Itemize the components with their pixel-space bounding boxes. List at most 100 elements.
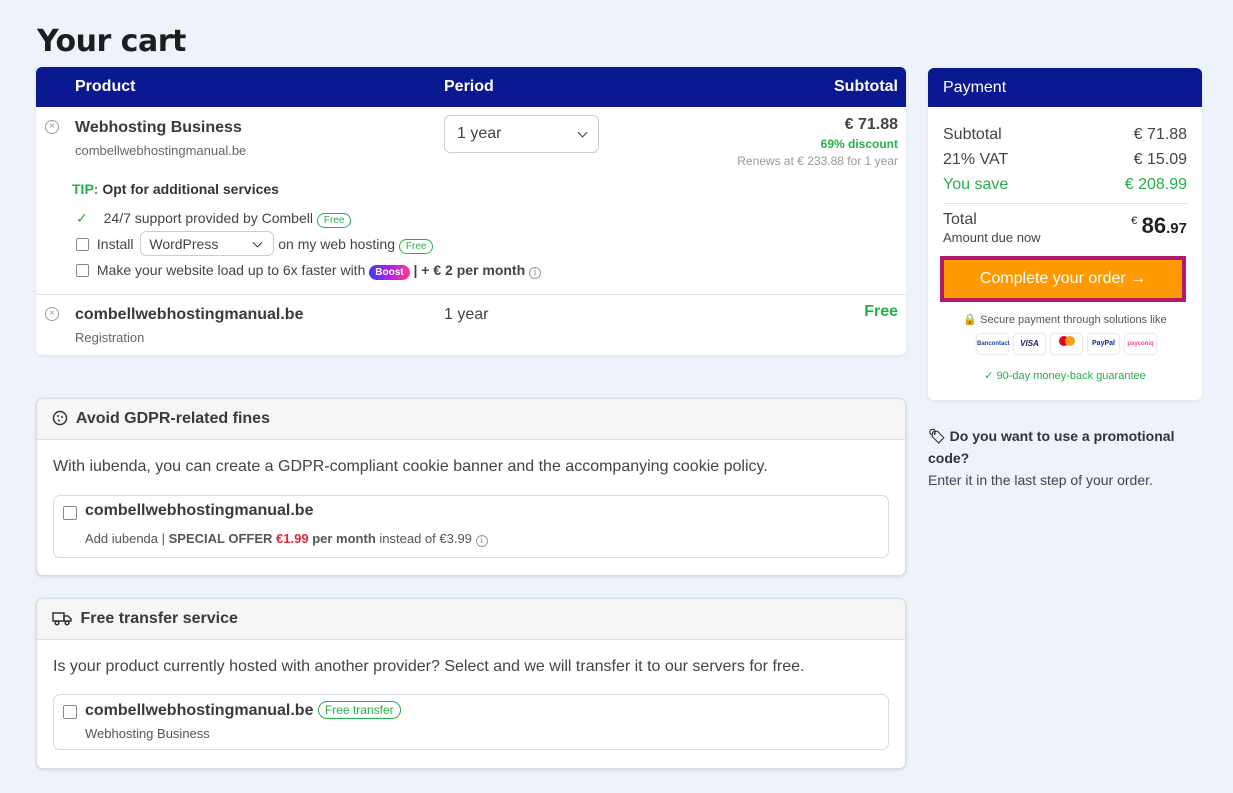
transfer-description: Is your product currently hosted with an…: [53, 658, 805, 675]
savings-row: You save € 208.99: [943, 176, 1187, 194]
gdpr-offer: Add iubenda | SPECIAL OFFER €1.99 per mo…: [85, 531, 488, 547]
tip-text: TIP: Opt for additional services: [72, 181, 279, 197]
check-icon: ✓: [984, 370, 994, 382]
gdpr-instead: instead of €3.99: [379, 531, 472, 546]
support-text: 24/7 support provided by Combell: [103, 210, 313, 226]
product-name: Webhosting Business: [75, 119, 242, 136]
mastercard-logo: [1051, 334, 1082, 354]
promo-question-text: Do you want to use a promotional code?: [928, 428, 1175, 466]
total-integer: 86: [1141, 213, 1167, 238]
secure-payment-note: 🔒 Secure payment through solutions like: [928, 313, 1202, 326]
product-domain: combellwebhostingmanual.be: [75, 143, 247, 158]
transfer-title: Free transfer service: [80, 610, 238, 627]
remove-item-icon[interactable]: ×: [45, 307, 59, 321]
renew-note: Renews at € 233.88 for 1 year: [737, 154, 898, 168]
free-badge: Free: [398, 239, 434, 254]
subtotal-value: € 71.88: [1133, 126, 1187, 143]
cart-header: Product Period Subtotal: [36, 67, 906, 107]
guarantee-text: 90-day money-back guarantee: [996, 370, 1146, 382]
vat-label: 21% VAT: [943, 151, 1009, 168]
cms-select[interactable]: WordPress: [140, 231, 275, 256]
product-column-header: Product: [75, 78, 136, 95]
promo-question: 🏷 Do you want to use a promotional code?: [928, 425, 1198, 469]
guarantee-note: ✓ 90-day money-back guarantee: [928, 369, 1202, 382]
divider: [943, 203, 1187, 204]
subtotal-row: Subtotal € 71.88: [943, 126, 1187, 144]
boost-text: Make your website load up to 6x faster w…: [96, 262, 366, 278]
product-price: € 71.88: [844, 116, 898, 133]
gdpr-special: SPECIAL OFFER: [168, 531, 273, 546]
gdpr-description: With iubenda, you can create a GDPR-comp…: [53, 458, 768, 475]
gdpr-checkbox[interactable]: [63, 506, 77, 520]
truck-icon: [52, 610, 72, 631]
check-icon: ✓: [76, 210, 88, 226]
period-select-value: 1 year: [457, 125, 502, 142]
vat-value: € 15.09: [1133, 151, 1187, 168]
promo-section: 🏷 Do you want to use a promotional code?…: [928, 425, 1198, 491]
gdpr-title: Avoid GDPR-related fines: [75, 410, 270, 427]
lock-icon: 🔒: [963, 314, 978, 326]
visa-logo: VISA: [1014, 334, 1045, 354]
transfer-checkbox[interactable]: [63, 705, 77, 719]
domain-type: Registration: [75, 330, 145, 345]
support-service: ✓ 24/7 support provided by Combell Free: [76, 210, 352, 228]
savings-value: € 208.99: [1124, 176, 1187, 193]
domain-price: Free: [864, 303, 898, 320]
promo-hint: Enter it in the last step of your order.: [928, 472, 1153, 488]
payment-panel: Payment Subtotal € 71.88 21% VAT € 15.09…: [928, 68, 1202, 400]
boost-price: | + € 2 per month: [413, 262, 526, 278]
boost-badge: Boost: [369, 265, 410, 280]
chevron-down-icon: [577, 127, 588, 138]
discount-label: 69% discount: [820, 137, 898, 151]
bancontact-logo: Bancontact: [977, 334, 1010, 354]
boost-service: Make your website load up to 6x faster w…: [76, 262, 542, 280]
subtotal-label: Subtotal: [943, 126, 1002, 143]
gdpr-per: per month: [312, 531, 376, 546]
cookie-icon: [52, 410, 68, 431]
payment-logos: Bancontact VISA PayPal payconiq: [977, 334, 1156, 354]
vat-row: 21% VAT € 15.09: [943, 151, 1187, 169]
transfer-option[interactable]: combellwebhostingmanual.be Free transfer…: [53, 694, 889, 750]
total-decimals: .97: [1166, 220, 1187, 237]
chevron-down-icon: [252, 237, 263, 248]
payconiq-logo: payconiq: [1125, 334, 1156, 354]
total-currency: €: [1131, 215, 1138, 227]
tip-label: TIP:: [72, 181, 99, 197]
subtotal-column-header: Subtotal: [834, 78, 898, 95]
info-icon[interactable]: i: [529, 267, 542, 279]
install-suffix: on my web hosting: [278, 236, 395, 252]
domain-period: 1 year: [444, 306, 489, 323]
install-checkbox[interactable]: [76, 238, 89, 251]
tip-message: Opt for additional services: [102, 181, 279, 197]
savings-label: You save: [943, 176, 1009, 193]
secure-text: Secure payment through solutions like: [980, 314, 1167, 326]
page-title: Your cart: [37, 24, 186, 59]
cart-table: Product Period Subtotal × Webhosting Bus…: [36, 67, 906, 355]
install-label: Install: [96, 236, 134, 252]
gdpr-add-text: Add iubenda |: [85, 531, 165, 546]
complete-order-button[interactable]: Complete your order →: [940, 256, 1186, 302]
boost-checkbox[interactable]: [76, 264, 89, 277]
domain-name: combellwebhostingmanual.be: [75, 306, 304, 323]
transfer-panel: Free transfer service Is your product cu…: [36, 598, 906, 769]
gdpr-option[interactable]: combellwebhostingmanual.be Add iubenda |…: [53, 495, 889, 558]
total-label: Total: [943, 211, 977, 228]
transfer-domain: combellwebhostingmanual.be: [85, 702, 314, 719]
transfer-product: Webhosting Business: [85, 726, 210, 741]
free-transfer-badge: Free transfer: [317, 701, 401, 719]
gdpr-panel: Avoid GDPR-related fines With iubenda, y…: [36, 398, 906, 576]
install-service: Install WordPress on my web hosting Free: [76, 231, 434, 256]
payment-title: Payment: [928, 68, 1202, 107]
tag-icon: 🏷: [928, 428, 946, 444]
cms-select-value: WordPress: [149, 236, 219, 252]
remove-item-icon[interactable]: ×: [45, 120, 59, 134]
transfer-domain-line: combellwebhostingmanual.be Free transfer: [85, 701, 401, 720]
period-column-header: Period: [444, 78, 494, 95]
row-divider: [36, 294, 906, 295]
period-select[interactable]: 1 year: [444, 115, 599, 153]
info-icon[interactable]: i: [475, 535, 488, 547]
transfer-header: Free transfer service: [37, 599, 905, 640]
gdpr-header: Avoid GDPR-related fines: [37, 399, 905, 440]
free-badge: Free: [316, 213, 352, 228]
total-row: Total Amount due now € 86.97: [943, 211, 1187, 245]
